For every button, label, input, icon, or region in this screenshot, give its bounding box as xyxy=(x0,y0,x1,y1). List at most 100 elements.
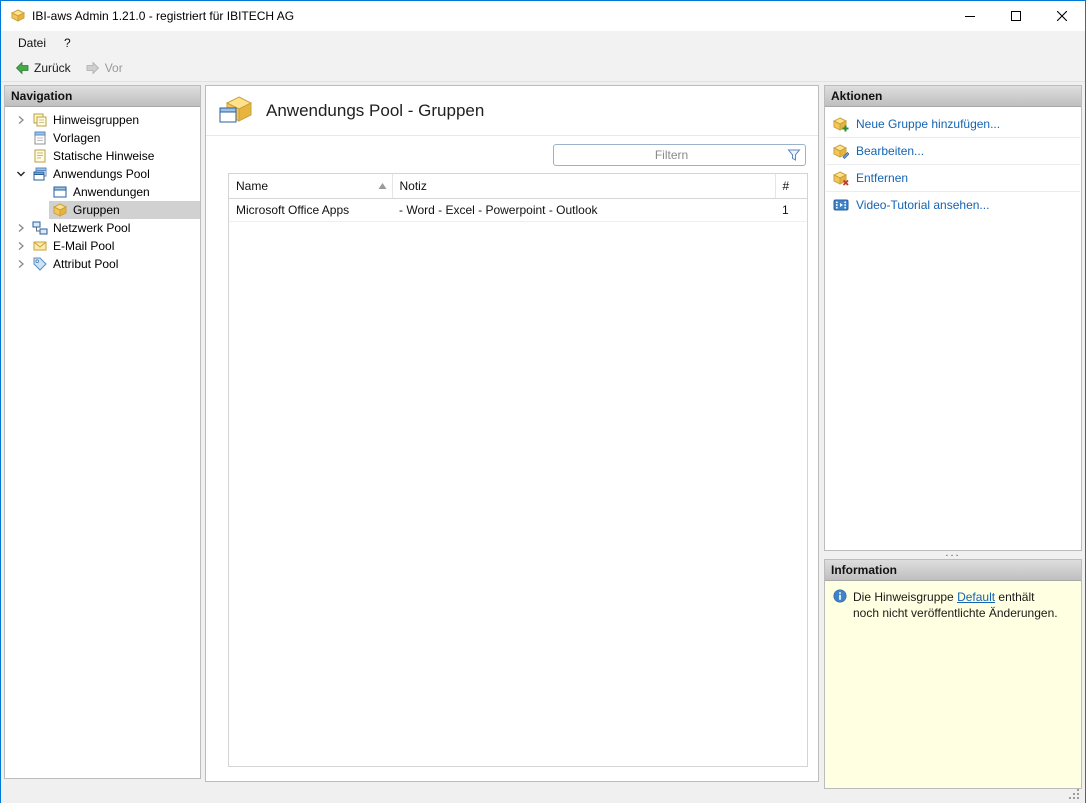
chevron-right-icon[interactable] xyxy=(13,238,29,254)
action-list: Neue Gruppe hinzufügen... Bearbeiten... … xyxy=(825,107,1081,218)
close-button[interactable] xyxy=(1039,1,1085,31)
chevron-right-icon[interactable] xyxy=(13,112,29,128)
templates-icon xyxy=(32,130,48,146)
tree-item-netzwerk-pool[interactable]: Netzwerk Pool xyxy=(5,219,200,237)
window-controls xyxy=(947,1,1085,31)
right-column: Aktionen Neue Gruppe hinzufügen... Bearb… xyxy=(824,85,1082,789)
action-edit-label[interactable]: Bearbeiten... xyxy=(856,144,924,158)
filter-input[interactable] xyxy=(553,144,806,166)
tree-item-label[interactable]: Anwendungs Pool xyxy=(53,167,150,181)
app-icon xyxy=(10,8,26,24)
info-text-before: Die Hinweisgruppe xyxy=(853,590,958,604)
application-pool-icon xyxy=(32,166,48,182)
content-area: Navigation Hinweisgruppen Vorlagen Stati… xyxy=(1,82,1085,803)
chevron-down-icon[interactable] xyxy=(13,166,29,182)
navigation-panel: Navigation Hinweisgruppen Vorlagen Stati… xyxy=(4,85,201,779)
filter-box xyxy=(553,144,806,166)
static-hints-icon xyxy=(32,148,48,164)
window-title: IBI-aws Admin 1.21.0 - registriert für I… xyxy=(32,9,295,23)
group-pool-icon xyxy=(218,95,252,127)
resize-grip[interactable] xyxy=(1068,788,1081,801)
tree-item-label[interactable]: E-Mail Pool xyxy=(53,239,114,253)
default-group-link[interactable]: Default xyxy=(957,590,995,604)
chevron-right-icon[interactable] xyxy=(13,256,29,272)
maximize-icon xyxy=(1011,11,1021,21)
back-arrow-icon xyxy=(14,60,30,76)
action-remove[interactable]: Entfernen xyxy=(825,165,1081,191)
information-panel: Information Die Hinweisgruppe Default en… xyxy=(824,559,1082,789)
tree-item-vorlagen[interactable]: Vorlagen xyxy=(5,129,200,147)
groups-table: Name Notiz # Microsoft Office Apps - Wor… xyxy=(228,173,808,767)
tree-item-gruppen[interactable]: Gruppen xyxy=(5,201,200,219)
tree-item-label[interactable]: Gruppen xyxy=(73,203,120,217)
forward-button-label: Vor xyxy=(104,61,123,75)
main-panel: Anwendungs Pool - Gruppen Name xyxy=(205,85,819,782)
tree-item-label[interactable]: Anwendungen xyxy=(73,185,150,199)
tree-item-statische-hinweise[interactable]: Statische Hinweise xyxy=(5,147,200,165)
filter-row xyxy=(206,136,818,173)
hint-groups-icon xyxy=(32,112,48,128)
minimize-icon xyxy=(965,16,975,17)
action-edit[interactable]: Bearbeiten... xyxy=(825,138,1081,164)
info-icon xyxy=(833,589,847,603)
action-remove-label[interactable]: Entfernen xyxy=(856,171,908,185)
applications-icon xyxy=(52,184,68,200)
cell-count: 1 xyxy=(775,198,807,222)
information-panel-header: Information xyxy=(825,560,1081,581)
tree-item-label[interactable]: Hinweisgruppen xyxy=(53,113,139,127)
email-pool-icon xyxy=(32,238,48,254)
back-button-label: Zurück xyxy=(34,61,71,75)
forward-button[interactable]: Vor xyxy=(79,58,129,78)
actions-panel-header: Aktionen xyxy=(825,86,1081,107)
minimize-button[interactable] xyxy=(947,1,993,31)
navigation-tree: Hinweisgruppen Vorlagen Statische Hinwei… xyxy=(5,107,200,778)
table-row[interactable]: Microsoft Office Apps - Word - Excel - P… xyxy=(229,198,807,222)
nav-toolbar: Zurück Vor xyxy=(1,55,1085,82)
filter-funnel-icon[interactable] xyxy=(787,148,801,162)
column-header-count[interactable]: # xyxy=(775,174,807,199)
column-header-notiz[interactable]: Notiz xyxy=(392,174,776,199)
cell-name: Microsoft Office Apps xyxy=(229,198,392,222)
information-message: Die Hinweisgruppe Default enthält noch n… xyxy=(853,589,1058,621)
chevron-right-icon[interactable] xyxy=(13,220,29,236)
remove-group-icon xyxy=(833,170,849,186)
tree-item-attribut-pool[interactable]: Attribut Pool xyxy=(5,255,200,273)
tree-item-hinweisgruppen[interactable]: Hinweisgruppen xyxy=(5,111,200,129)
attribute-pool-icon xyxy=(32,256,48,272)
video-tutorial-icon xyxy=(833,197,849,213)
cell-notiz: - Word - Excel - Powerpoint - Outlook xyxy=(392,198,775,222)
sort-ascending-icon[interactable] xyxy=(378,182,387,190)
app-window: IBI-aws Admin 1.21.0 - registriert für I… xyxy=(0,0,1086,803)
tree-item-anwendungen[interactable]: Anwendungen xyxy=(5,183,200,201)
table-header-row: Name Notiz # xyxy=(229,174,807,199)
new-group-icon xyxy=(833,116,849,132)
back-button[interactable]: Zurück xyxy=(8,58,77,78)
tree-item-anwendungs-pool[interactable]: Anwendungs Pool xyxy=(5,165,200,183)
action-new-group[interactable]: Neue Gruppe hinzufügen... xyxy=(825,111,1081,137)
tree-item-label[interactable]: Vorlagen xyxy=(53,131,100,145)
tree-item-label[interactable]: Attribut Pool xyxy=(53,257,118,271)
information-body: Die Hinweisgruppe Default enthält noch n… xyxy=(825,581,1081,788)
forward-arrow-icon xyxy=(85,60,101,76)
actions-panel: Aktionen Neue Gruppe hinzufügen... Bearb… xyxy=(824,85,1082,551)
tree-item-label[interactable]: Statische Hinweise xyxy=(53,149,154,163)
column-header-name[interactable]: Name xyxy=(229,174,393,199)
page-title: Anwendungs Pool - Gruppen xyxy=(266,101,485,120)
splitter-grip-icon: ... xyxy=(945,547,961,559)
tree-item-label[interactable]: Netzwerk Pool xyxy=(53,221,130,235)
action-video-tutorial-label[interactable]: Video-Tutorial ansehen... xyxy=(856,198,989,212)
menu-bar: Datei ? xyxy=(1,31,1085,55)
action-new-group-label[interactable]: Neue Gruppe hinzufügen... xyxy=(856,117,1000,131)
network-pool-icon xyxy=(32,220,48,236)
navigation-panel-header: Navigation xyxy=(5,86,200,107)
maximize-button[interactable] xyxy=(993,1,1039,31)
groups-icon xyxy=(52,202,68,218)
action-video-tutorial[interactable]: Video-Tutorial ansehen... xyxy=(825,192,1081,218)
panel-splitter[interactable]: ... xyxy=(824,547,1082,559)
menu-help[interactable]: ? xyxy=(55,33,80,53)
tree-item-email-pool[interactable]: E-Mail Pool xyxy=(5,237,200,255)
main-title-row: Anwendungs Pool - Gruppen xyxy=(206,86,818,136)
menu-datei[interactable]: Datei xyxy=(9,33,55,53)
